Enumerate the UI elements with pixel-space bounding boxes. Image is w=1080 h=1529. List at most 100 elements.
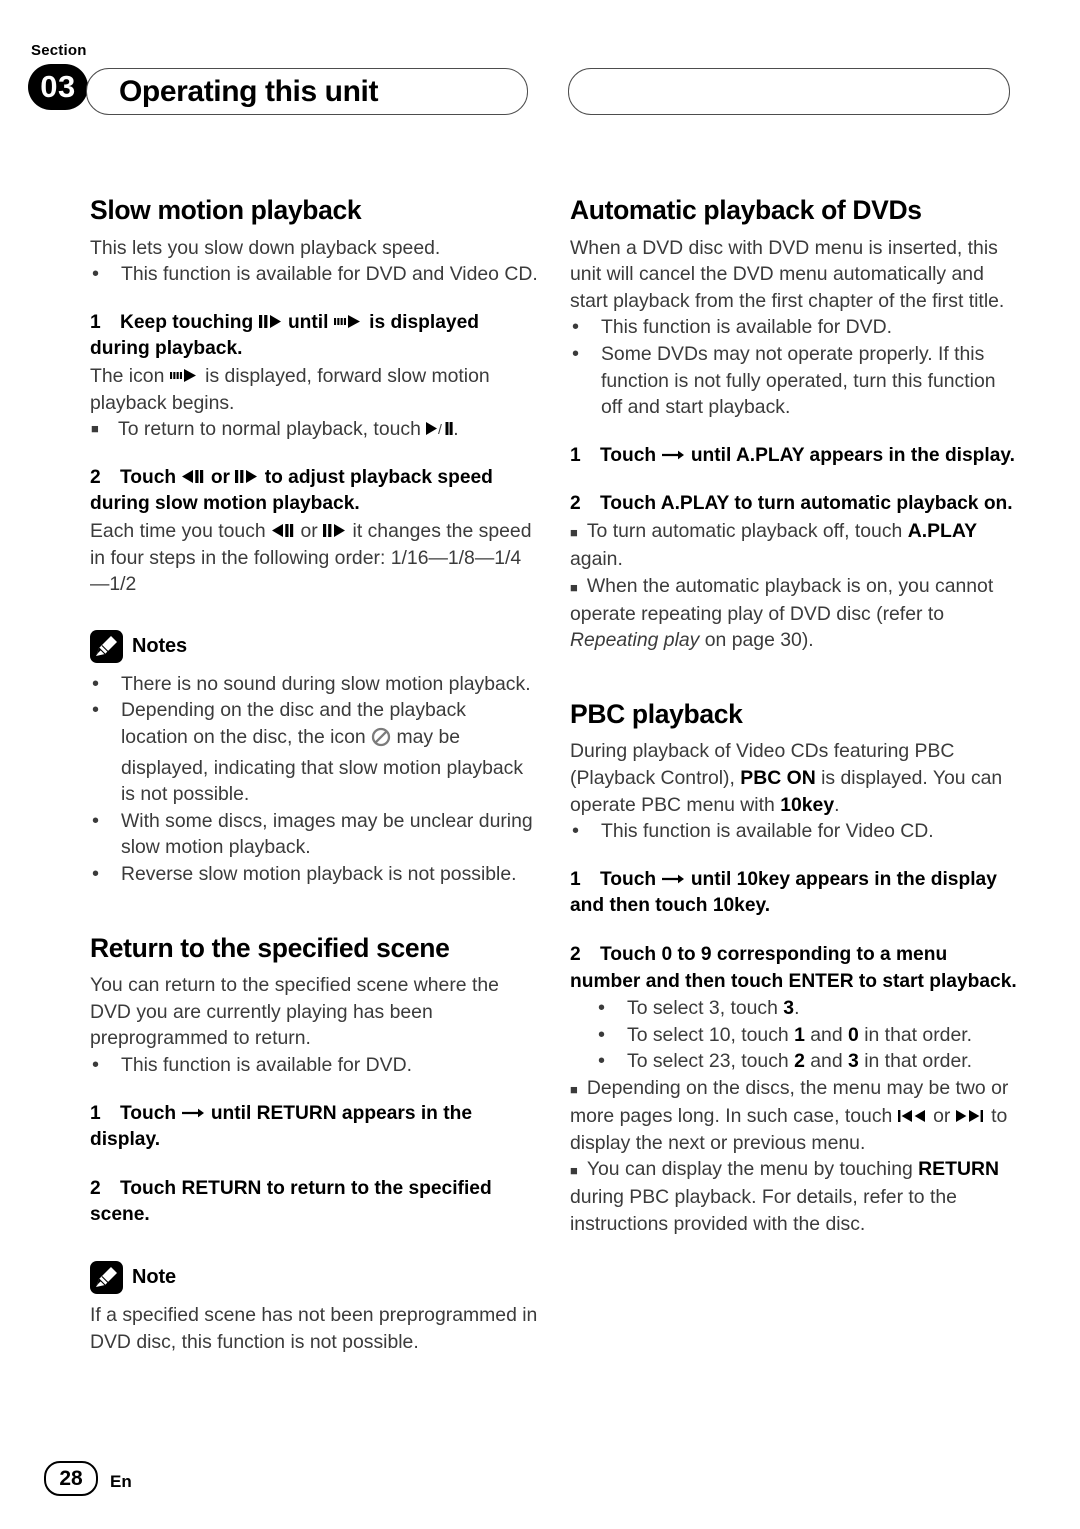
- list-item: • This function is available for Video CD…: [570, 818, 1018, 845]
- return-scene-step-2: 2 Touch RETURN to return to the specified…: [90, 1177, 492, 1226]
- header-pill-right-empty: [568, 68, 1010, 115]
- bullet-dot-icon: •: [92, 699, 100, 722]
- pbc-step-2: 2 Touch 0 to 9 corresponding to a menu nu…: [570, 944, 1017, 992]
- bullet-dot-icon: •: [598, 1023, 606, 1046]
- pbc-step-1: 1 Touch until 10key appears in the displa…: [570, 868, 997, 917]
- list-item: • This function is available for DVD.: [90, 1052, 538, 1079]
- heading-pbc-playback: PBC playback: [570, 698, 743, 729]
- reverse-pause-icon: [271, 523, 295, 538]
- heading-slow-motion-playback: Slow motion playback: [90, 195, 362, 225]
- pencil-icon: [90, 1260, 123, 1294]
- list-item: ■ To return to normal playback, touch /.: [91, 418, 459, 441]
- bullet-dot-icon: •: [598, 997, 606, 1020]
- return-bold: RETURN: [918, 1158, 999, 1181]
- bullet-dot-icon: •: [572, 343, 580, 366]
- bullet-dot-icon: •: [572, 316, 580, 339]
- svg-text:/: /: [438, 421, 442, 436]
- slow-forward-icon: [169, 368, 200, 383]
- pbc-on-bold: PBC ON: [740, 767, 816, 790]
- bullet-dot-icon: •: [92, 862, 100, 885]
- content-columns: Slow motion playback This lets you slow …: [0, 195, 1080, 1416]
- notes-header: Notes: [90, 629, 538, 663]
- section-number-badge: 03: [28, 64, 88, 110]
- bullet-dot-icon: •: [92, 672, 100, 695]
- slow-motion-step-2-body: Each time you touch or it changes the sp…: [90, 520, 532, 596]
- slow-motion-bullet-list: • This function is available for DVD and …: [90, 261, 538, 288]
- bullet-square-icon: ■: [570, 525, 578, 541]
- slow-forward-icon: [333, 314, 364, 329]
- return-scene-bullet-list: • This function is available for DVD.: [90, 1052, 538, 1079]
- return-scene-intro: You can return to the specified scene wh…: [90, 974, 499, 1050]
- pause-play-icon: [258, 314, 283, 329]
- arrow-right-icon: [661, 872, 685, 886]
- pause-play-icon: [323, 523, 347, 538]
- arrow-right-icon: [661, 448, 685, 462]
- return-scene-step-1: 1 Touch until RETURN appears in the displ…: [90, 1102, 473, 1151]
- arrow-right-icon: [181, 1106, 205, 1120]
- list-item: • Reverse slow motion playback is not pos…: [90, 861, 538, 888]
- tenkey-bold: 10key: [780, 793, 835, 816]
- slow-motion-step-1: 1 Keep touching until is displayed during…: [90, 311, 479, 360]
- page-header: Section 03 Operating this unit: [0, 0, 1080, 140]
- right-column: Automatic playback of DVDs When a DVD di…: [570, 195, 1018, 1237]
- list-item: • There is no sound during slow motion pl…: [90, 671, 538, 698]
- page-footer: 28 En: [0, 1439, 1080, 1529]
- aplay-bold: A.PLAY: [907, 520, 978, 543]
- pause-play-icon: [235, 469, 259, 484]
- bullet-square-icon: ■: [91, 421, 99, 437]
- pbc-bullet-list: • This function is available for Video CD…: [570, 818, 1018, 845]
- list-item: • This function is available for DVD.: [570, 314, 1018, 341]
- list-item: • To select 3, touch 3.: [596, 995, 1018, 1022]
- repeating-play-italic: Repeating play: [570, 629, 700, 652]
- bullet-dot-icon: •: [92, 263, 100, 286]
- bullet-dot-icon: •: [92, 1054, 100, 1076]
- page-title-pill: Operating this unit: [86, 68, 528, 115]
- list-item: • To select 10, touch 1 and 0 in that ord…: [596, 1022, 1018, 1049]
- heading-automatic-playback-of-dvds: Automatic playback of DVDs: [570, 195, 922, 225]
- bullet-square-icon: ■: [570, 1163, 578, 1179]
- list-item: ■ You can display the menu by touching RE…: [570, 1158, 999, 1235]
- slow-motion-notes-list: • There is no sound during slow motion pl…: [90, 671, 538, 888]
- language-code: En: [110, 1472, 132, 1491]
- list-item: • This function is available for DVD and …: [90, 261, 538, 288]
- list-item: • To select 23, touch 2 and 3 in that ord…: [596, 1048, 1018, 1075]
- pbc-intro: During playback of Video CDs featuring P…: [570, 740, 1003, 816]
- prohibited-icon: [371, 727, 391, 755]
- note-header: Note: [90, 1260, 538, 1294]
- list-item: ■ When the automatic playback is on, you …: [570, 574, 994, 652]
- notes-label: Notes: [132, 634, 188, 657]
- page-number-badge: 28: [44, 1461, 98, 1496]
- bullet-dot-icon: •: [572, 820, 580, 843]
- heading-return-to-specified-scene: Return to the specified scene: [90, 932, 450, 963]
- auto-playback-step-2: 2 Touch A.PLAY to turn automatic playback…: [570, 493, 1013, 515]
- auto-playback-sublist: ■ To turn automatic playback off, touch A…: [570, 518, 1018, 654]
- pbc-sublist: ■ Depending on the discs, the menu may be…: [570, 1075, 1018, 1237]
- list-item: ■ Depending on the discs, the menu may be…: [570, 1077, 1009, 1154]
- slow-motion-step-2: 2 Touch or to adjust playback speed durin…: [90, 466, 493, 515]
- pencil-icon: [90, 629, 123, 663]
- reverse-pause-icon: [181, 469, 205, 484]
- skip-back-icon: [897, 1109, 928, 1123]
- section-word-label: Section: [31, 42, 87, 59]
- slow-motion-intro: This lets you slow down playback speed.: [90, 236, 441, 259]
- auto-playback-intro: When a DVD disc with DVD menu is inserte…: [570, 236, 1005, 312]
- page-title: Operating this unit: [119, 74, 379, 108]
- bullet-square-icon: ■: [570, 1082, 578, 1097]
- slow-motion-step-1-body: The icon is displayed, forward slow moti…: [90, 365, 490, 414]
- skip-forward-icon: [955, 1109, 986, 1123]
- auto-playback-step-1: 1 Touch until A.PLAY appears in the displ…: [570, 444, 1015, 466]
- auto-playback-bullet-list: • This function is available for DVD. • So…: [570, 314, 1018, 420]
- left-column: Slow motion playback This lets you slow …: [90, 195, 538, 1355]
- note-label: Note: [132, 1265, 177, 1288]
- list-item: • Depending on the disc and the playback …: [92, 699, 524, 806]
- play-pause-icon: /: [426, 421, 453, 436]
- list-item: • With some discs, images may be unclear …: [92, 809, 533, 859]
- bullet-dot-icon: •: [598, 1050, 606, 1073]
- bullet-square-icon: ■: [570, 579, 578, 595]
- slow-motion-step-1-sublist: ■ To return to normal playback, touch /.: [90, 416, 538, 443]
- pbc-select-list: • To select 3, touch 3. • To select 10, to…: [596, 995, 1018, 1075]
- list-item: • Some DVDs may not operate properly. If …: [572, 343, 996, 419]
- bullet-dot-icon: •: [92, 809, 100, 832]
- return-scene-note-text: If a specified scene has not been prepro…: [90, 1303, 538, 1353]
- list-item: ■ To turn automatic playback off, touch A…: [570, 520, 978, 571]
